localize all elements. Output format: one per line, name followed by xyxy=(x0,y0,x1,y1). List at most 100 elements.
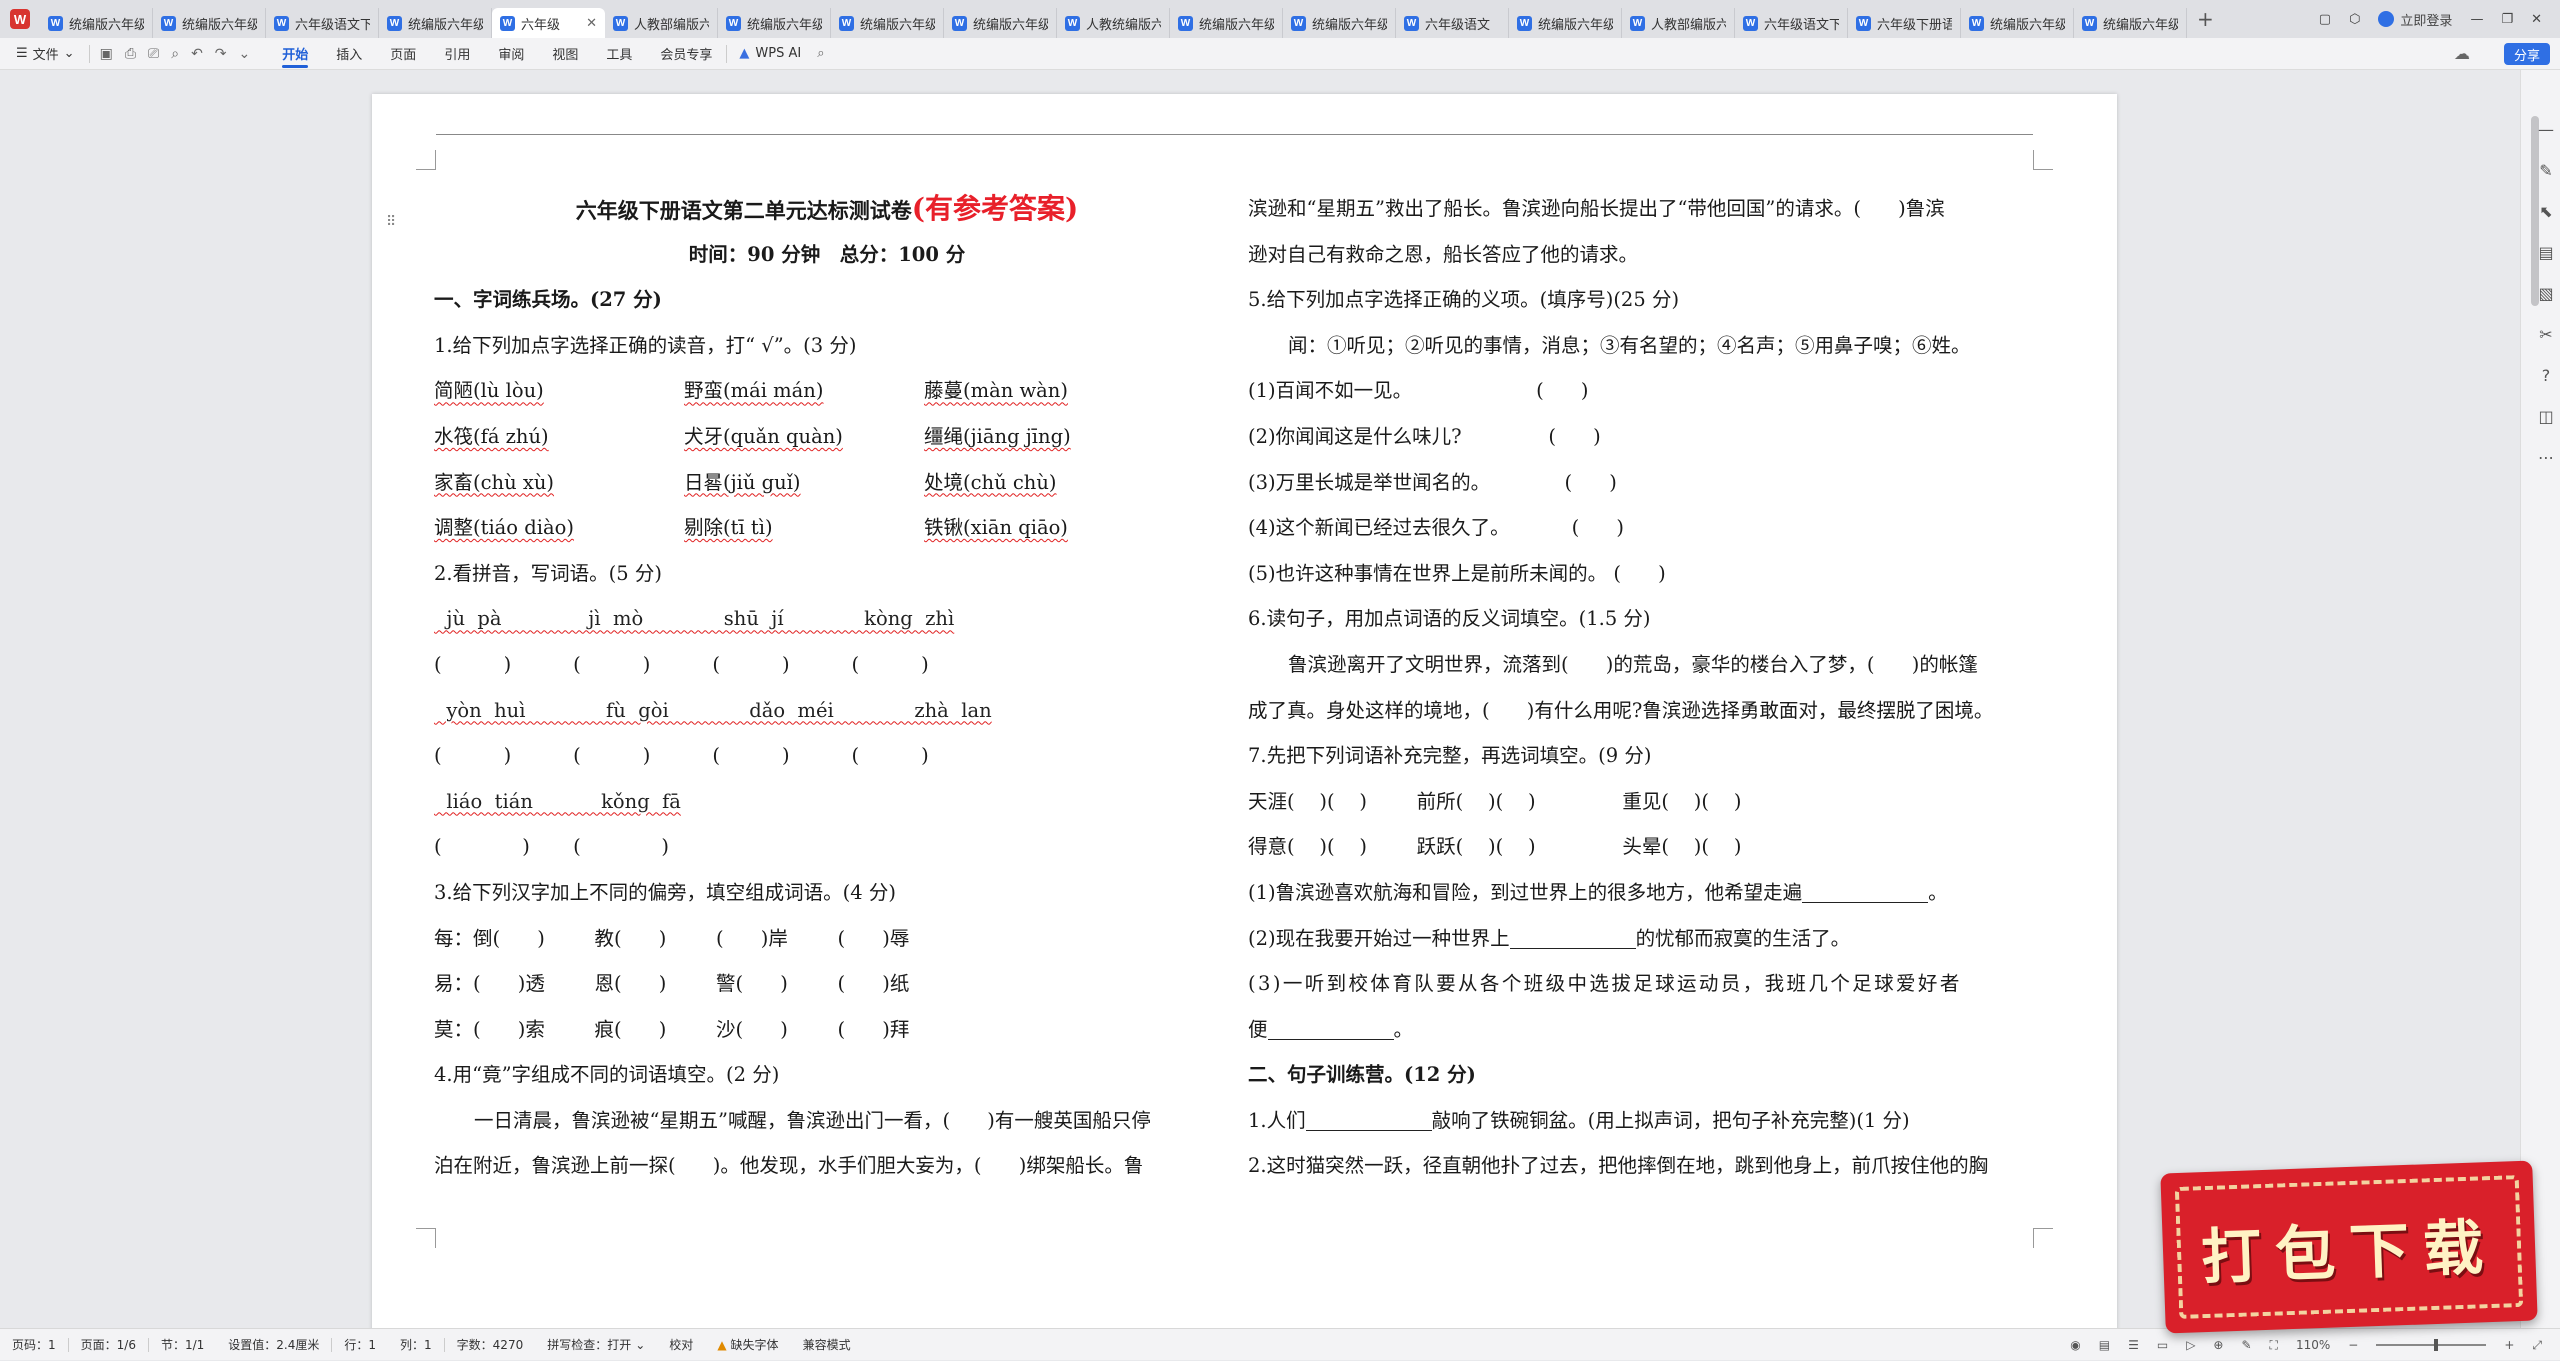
new-tab-button[interactable]: + xyxy=(2197,7,2214,31)
ribbon-tab[interactable]: 插入 xyxy=(322,38,376,70)
cloud-sync-icon[interactable]: ☁ xyxy=(2454,44,2470,63)
web-view-icon[interactable]: ⊕ xyxy=(2213,1338,2223,1352)
status-section[interactable]: 节：1/1 xyxy=(149,1336,216,1353)
wps-ai-button[interactable]: ▲WPS AI xyxy=(726,45,813,63)
fullscreen-icon[interactable]: ⤢ xyxy=(2532,1338,2542,1353)
paragraph-line: 逊对自己有救命之恩，船长答应了他的请求。 xyxy=(1248,232,2038,278)
print-icon[interactable]: ⎚ xyxy=(148,46,159,62)
word-doc-icon: W xyxy=(387,16,402,31)
minimize-icon[interactable]: — xyxy=(2470,12,2483,27)
pronunciation-row: 简陋(lù lòu)野蛮(mái mán)藤蔓(màn wàn) xyxy=(434,368,1220,414)
hamburger-icon: ☰ xyxy=(16,46,28,61)
document-tab[interactable]: W六年级✕ xyxy=(492,8,605,38)
status-missing-font[interactable]: ▲缺失字体 xyxy=(705,1336,790,1353)
shirt-icon[interactable]: ◫ xyxy=(2538,407,2553,426)
print-preview-icon[interactable]: ⌕ xyxy=(171,46,179,62)
document-canvas[interactable]: ⠿ 六年级下册语文第二单元达标测试卷(有参考答案) 时间：90 分钟 总分：10… xyxy=(0,70,2520,1328)
cube-icon[interactable]: ⬡ xyxy=(2349,12,2360,27)
undo-icon[interactable]: ↶ xyxy=(191,46,203,62)
status-words[interactable]: 字数：4270 xyxy=(445,1336,536,1353)
share-button[interactable]: 分享 xyxy=(2504,43,2550,65)
zoom-out-icon[interactable]: − xyxy=(2348,1338,2358,1352)
status-spell[interactable]: 拼写检查：打开⌄ xyxy=(535,1336,657,1353)
more-icon[interactable]: ⋯ xyxy=(2538,448,2554,467)
document-tab[interactable]: W六年级语文下 xyxy=(266,8,379,38)
window-layout-icon[interactable]: ▢ xyxy=(2319,12,2331,27)
fit-icon[interactable]: ⛶ xyxy=(2270,1338,2278,1353)
crop-mark xyxy=(416,150,436,170)
collapse-icon[interactable]: — xyxy=(2538,120,2554,139)
document-tab[interactable]: W人教统编版六 xyxy=(1057,8,1170,38)
document-tab[interactable]: W六年级语文 xyxy=(1396,8,1509,38)
ribbon-tab[interactable]: 工具 xyxy=(592,38,646,70)
document-tab[interactable]: W统编版六年级 xyxy=(718,8,831,38)
word-doc-icon: W xyxy=(1630,16,1645,31)
restore-icon[interactable]: ❐ xyxy=(2501,12,2513,27)
page-view-icon[interactable]: ▤ xyxy=(2099,1338,2110,1352)
document-tab[interactable]: W统编版六年级 xyxy=(1283,8,1396,38)
document-page[interactable]: ⠿ 六年级下册语文第二单元达标测试卷(有参考答案) 时间：90 分钟 总分：10… xyxy=(372,94,2117,1328)
more-chevron-icon[interactable]: ⌄ xyxy=(239,46,251,62)
document-tab[interactable]: W统编版六年级 xyxy=(1170,8,1283,38)
read-mode-icon[interactable]: ▭ xyxy=(2157,1338,2168,1352)
style-icon[interactable]: ▤ xyxy=(2538,243,2553,262)
document-tab[interactable]: W人教部编版六 xyxy=(605,8,718,38)
file-menu[interactable]: ☰文件⌄ xyxy=(0,44,89,63)
pronunciation-row: 水筏(fá zhú)犬牙(quǎn quàn)缰绳(jiāng jīng) xyxy=(434,414,1220,460)
ribbon-tab[interactable]: 会员专享 xyxy=(646,38,726,70)
eye-protect-icon[interactable]: ◉ xyxy=(2070,1338,2080,1352)
zoom-slider-thumb[interactable] xyxy=(2434,1339,2438,1351)
status-row[interactable]: 行：1 xyxy=(332,1336,388,1353)
picture-icon[interactable]: ▧ xyxy=(2538,284,2553,303)
ribbon-tab[interactable]: 视图 xyxy=(538,38,592,70)
document-tab[interactable]: W统编版六年级 xyxy=(1961,8,2074,38)
status-proof[interactable]: 校对 xyxy=(657,1336,705,1353)
status-col[interactable]: 列：1 xyxy=(388,1336,444,1353)
pen-icon[interactable]: ✎ xyxy=(2241,1338,2251,1352)
definition-line: 闻：①听见；②听见的事情，消息；③有名望的；④名声；⑤用鼻子嗅；⑥姓。 xyxy=(1248,323,2038,369)
document-tab[interactable]: W六年级语文下 xyxy=(1735,8,1848,38)
status-setting[interactable]: 设置值：2.4厘米 xyxy=(216,1336,331,1353)
status-page[interactable]: 页面：1/6 xyxy=(69,1336,148,1353)
tools-icon[interactable]: ✂ xyxy=(2539,325,2552,344)
status-page-code[interactable]: 页码：1 xyxy=(0,1336,68,1353)
zoom-slider[interactable] xyxy=(2376,1344,2486,1346)
document-tab[interactable]: W统编版六年级 xyxy=(944,8,1057,38)
document-tab[interactable]: W统编版六年级 xyxy=(2074,8,2187,38)
drag-handle-icon[interactable]: ⠿ xyxy=(386,214,396,230)
word-doc-icon: W xyxy=(2082,16,2097,31)
document-tab[interactable]: W统编版六年级 xyxy=(1509,8,1622,38)
zoom-in-icon[interactable]: + xyxy=(2504,1338,2514,1352)
login-button[interactable]: 立即登录 xyxy=(2378,10,2452,29)
close-tab-icon[interactable]: ✕ xyxy=(586,16,597,31)
meaning-item: (5)也许这种事情在世界上是前所未闻的。 ( ) xyxy=(1248,551,2038,597)
export-pdf-icon[interactable]: ⎙ xyxy=(125,46,136,62)
help-icon[interactable]: ? xyxy=(2542,366,2551,385)
outline-view-icon[interactable]: ☰ xyxy=(2128,1338,2139,1352)
document-tab[interactable]: W统编版六年级 xyxy=(379,8,492,38)
word-doc-icon: W xyxy=(1969,16,1984,31)
save-icon[interactable]: ▣ xyxy=(100,46,113,62)
wps-logo[interactable]: W xyxy=(0,0,40,38)
ribbon-tab[interactable]: 引用 xyxy=(430,38,484,70)
ribbon-tab[interactable]: 页面 xyxy=(376,38,430,70)
ribbon-tab[interactable]: 审阅 xyxy=(484,38,538,70)
document-tab[interactable]: W统编版六年级 xyxy=(40,8,153,38)
redo-icon[interactable]: ↷ xyxy=(215,46,227,62)
sentence-line: (2)现在我要开始过一种世界上的忧郁而寂寞的生活了。 xyxy=(1248,916,2038,962)
document-tab[interactable]: W统编版六年级 xyxy=(153,8,266,38)
download-banner[interactable]: 打包下载 xyxy=(2160,1161,2537,1334)
ribbon-tab[interactable]: 开始 xyxy=(268,38,322,70)
edit-icon[interactable]: ✎ xyxy=(2539,161,2552,180)
paragraph-line: 泊在附近，鲁滨逊上前一探( )。他发现，水手们胆大妄为，( )绑架船长。鲁 xyxy=(434,1143,1220,1189)
document-tab[interactable]: W统编版六年级 xyxy=(831,8,944,38)
sentence-line: 便。 xyxy=(1248,1007,2038,1053)
pronunciation-item: 野蛮(mái mán) xyxy=(684,368,823,414)
close-icon[interactable]: ✕ xyxy=(2531,12,2542,27)
document-tab[interactable]: W人教部编版六 xyxy=(1622,8,1735,38)
select-icon[interactable]: ⬉ xyxy=(2539,202,2552,221)
zoom-value[interactable]: 110% xyxy=(2296,1338,2330,1352)
search-icon[interactable]: ⌕ xyxy=(817,46,824,61)
document-tab[interactable]: W六年级下册语 xyxy=(1848,8,1961,38)
play-icon[interactable]: ▷ xyxy=(2186,1338,2195,1352)
